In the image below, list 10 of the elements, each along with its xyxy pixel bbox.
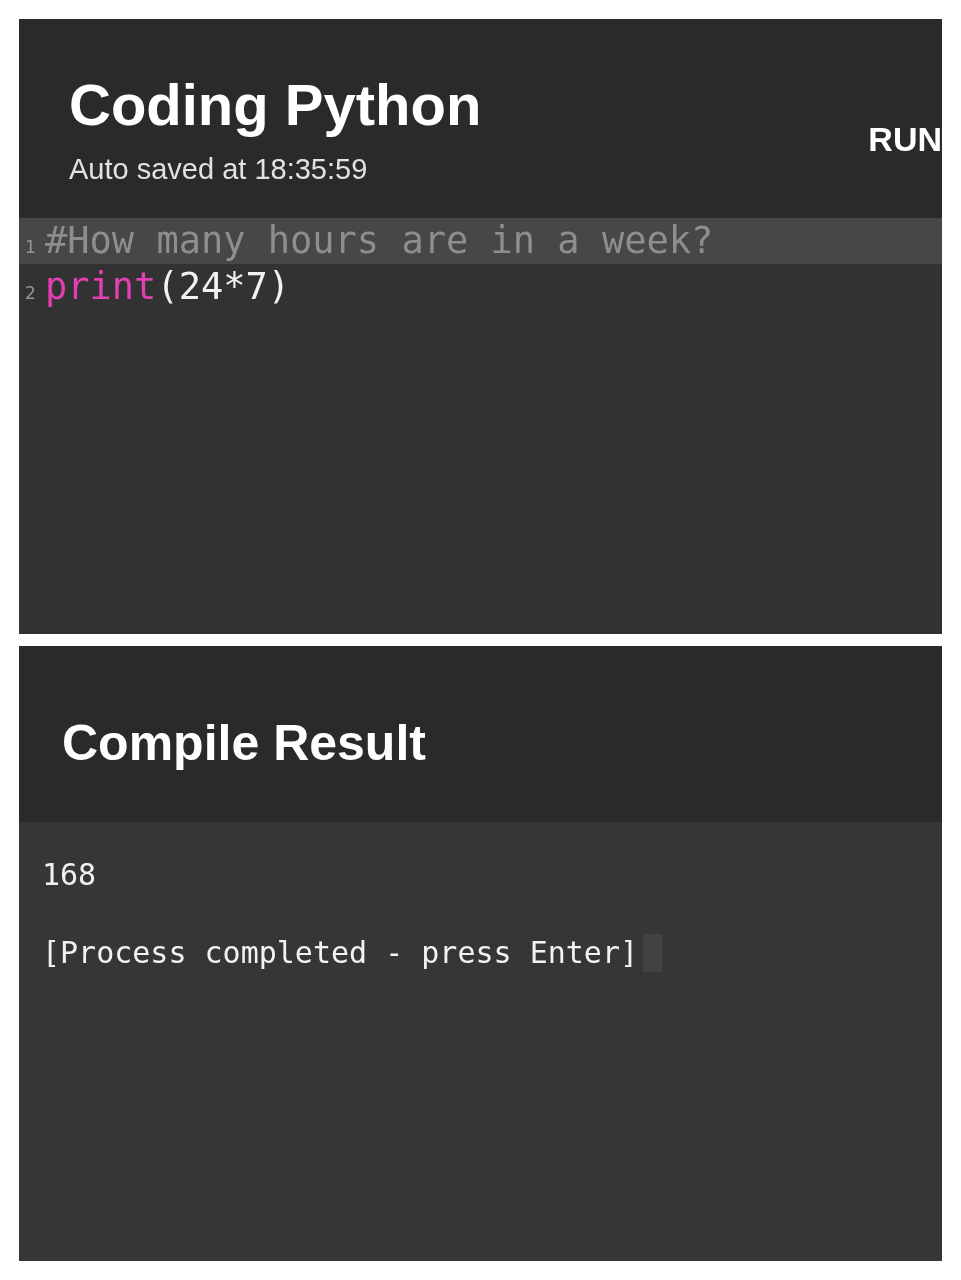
code-line: print(24*7) [45,264,291,310]
line-number: 2 [24,283,37,303]
code-line: #How many hours are in a week? [45,218,714,264]
output-line: [Process completed - press Enter] [42,934,639,972]
editor-title: Coding Python [69,72,482,139]
line-number: 1 [24,237,37,257]
output-line: 168 [42,856,97,894]
autosave-status: Auto saved at 18:35:59 [69,151,368,187]
result-title: Compile Result [62,715,426,773]
code-editor-field[interactable]: 1 #How many hours are in a week? 2 print(24*7) [19,218,942,634]
